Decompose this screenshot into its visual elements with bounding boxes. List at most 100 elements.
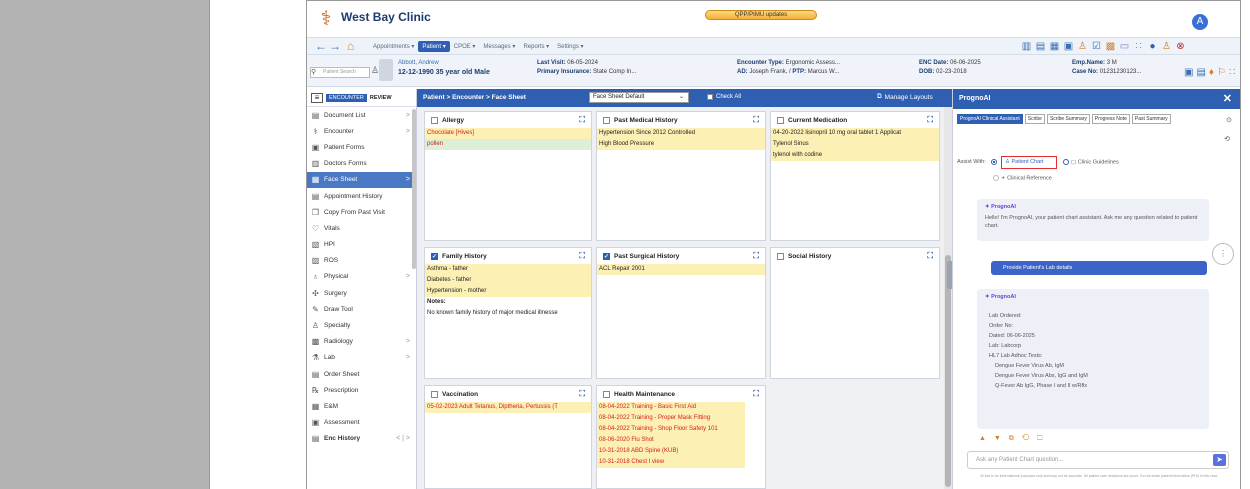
- expand-icon[interactable]: ⛶: [579, 389, 585, 399]
- toolbar-icon[interactable]: ●: [1147, 40, 1158, 53]
- help-icon[interactable]: ⊙: [1226, 116, 1232, 124]
- family-row[interactable]: Diabetes - father: [425, 275, 591, 286]
- ai-tab[interactable]: Scribe Summary: [1046, 114, 1090, 124]
- toolbar-icon[interactable]: ▣: [1063, 40, 1074, 53]
- response-actions[interactable]: ▲ ▼ ⧉ ⟲ ☐: [979, 435, 1045, 443]
- sidebar-item[interactable]: ▣ Assessment: [307, 415, 416, 431]
- toolbar-icon[interactable]: ▥: [1021, 40, 1032, 53]
- patient-chart-option[interactable]: ♙ Patient Chart: [1001, 156, 1057, 169]
- medication-row[interactable]: Tylenol Sinus: [771, 139, 939, 150]
- sidebar-item[interactable]: ℞ Prescription: [307, 382, 416, 398]
- ai-tab[interactable]: PrognoAI Clinical Assistant: [957, 114, 1023, 124]
- sidebar-item[interactable]: ▧ HPI: [307, 237, 416, 253]
- allergy-checkbox[interactable]: [431, 116, 438, 124]
- close-icon[interactable]: ✕: [1223, 89, 1232, 109]
- sidebar-item[interactable]: ▥ Doctors Forms: [307, 156, 416, 172]
- alert-icon[interactable]: ♦: [1209, 67, 1214, 78]
- sidebar-item[interactable]: ▤ Enc History < | >: [307, 431, 416, 447]
- manage-layouts-button[interactable]: ⧉ Manage Layouts: [877, 93, 933, 101]
- chat-input[interactable]: Ask any Patient Chart question... ➤: [967, 451, 1229, 469]
- sidebar-item[interactable]: ▤ Appointment History: [307, 188, 416, 204]
- back-arrow-icon[interactable]: ←: [315, 39, 327, 53]
- sidebar-item[interactable]: ▤ Document List >: [307, 107, 416, 123]
- toolbar-icon[interactable]: ♙: [1161, 40, 1172, 53]
- chevron-right-icon[interactable]: >: [406, 338, 410, 345]
- sidebar-item[interactable]: ▦ Face Sheet >: [307, 171, 416, 188]
- vaccination-checkbox[interactable]: [431, 390, 438, 398]
- nav-item[interactable]: Reports ▾: [519, 41, 553, 52]
- flag-icon[interactable]: ⚐: [1217, 67, 1226, 78]
- sidebar-item[interactable]: ♁ Physical >: [307, 269, 416, 285]
- expand-icon[interactable]: ⛶: [753, 389, 759, 399]
- toolbar-icon[interactable]: ♙: [1077, 40, 1088, 53]
- health-row[interactable]: 08-04-2022 Training - Basic First Aid: [597, 402, 745, 413]
- content-scrollbar[interactable]: [944, 107, 952, 489]
- allergy-row[interactable]: pollen: [425, 139, 591, 150]
- nav-item[interactable]: Patient ▾: [418, 41, 450, 52]
- sidebar-item[interactable]: ▨ ROS: [307, 253, 416, 269]
- expand-icon[interactable]: ⛶: [753, 115, 759, 125]
- clinical-reference-option[interactable]: ✦ Clinical Reference: [993, 175, 1052, 181]
- toolbar-icon[interactable]: ▤: [1035, 40, 1046, 53]
- patient-lookup-icon[interactable]: ♙: [371, 65, 379, 76]
- medication-row[interactable]: 04-20-2022 lisinopril 10 mg oral tablet …: [771, 128, 939, 139]
- patient-name[interactable]: Abbott, Andrew: [398, 59, 490, 68]
- updates-button[interactable]: QPP/PIMU updates: [705, 10, 817, 20]
- nav-item[interactable]: CPOE ▾: [450, 41, 480, 52]
- check-all-checkbox[interactable]: Check All: [707, 94, 741, 100]
- toolbar-icon[interactable]: ▩: [1105, 40, 1116, 53]
- clinical-reference-radio[interactable]: [993, 175, 999, 181]
- send-icon[interactable]: ➤: [1213, 454, 1226, 466]
- nav-item[interactable]: Settings ▾: [553, 41, 587, 52]
- home-icon[interactable]: ⌂: [347, 39, 354, 53]
- toolbar-icon[interactable]: ▦: [1049, 40, 1060, 53]
- social-checkbox[interactable]: [777, 252, 784, 260]
- family-row[interactable]: Asthma - father: [425, 264, 591, 275]
- more-options-icon[interactable]: ⋮: [1212, 243, 1234, 265]
- sidebar-item[interactable]: ❐ Copy From Past Visit: [307, 204, 416, 220]
- toolbar-icon[interactable]: ⊗: [1175, 40, 1186, 53]
- face-sheet-select[interactable]: Face Sheet Default ⌄: [589, 92, 689, 103]
- toolbar-icon[interactable]: ∷: [1133, 40, 1144, 53]
- expand-icon[interactable]: ⛶: [927, 251, 933, 261]
- sidebar-item[interactable]: ♡ Vitals: [307, 220, 416, 236]
- nav-item[interactable]: Appointments ▾: [369, 41, 418, 52]
- chevron-right-icon[interactable]: >: [406, 112, 410, 119]
- family-checkbox[interactable]: ✓: [431, 252, 438, 260]
- health-row[interactable]: 08-06-2020 Flu Shot: [597, 435, 745, 446]
- chevron-right-icon[interactable]: >: [406, 273, 410, 280]
- sidebar-item[interactable]: ▣ Patient Forms: [307, 139, 416, 155]
- health-checkbox[interactable]: [603, 390, 610, 398]
- sidebar-item[interactable]: ▤ Order Sheet: [307, 366, 416, 382]
- ai-tab[interactable]: Progress Note: [1091, 114, 1130, 124]
- health-row[interactable]: 08-04-2022 Training - Shop Floor Safety …: [597, 424, 745, 435]
- clinic-guidelines-radio[interactable]: [1063, 159, 1069, 165]
- toolbar-icon[interactable]: ▭: [1119, 40, 1130, 53]
- vaccination-row[interactable]: 05-02-2023 Adult Tetanus, Diptheria, Per…: [425, 402, 591, 413]
- sidebar-item[interactable]: ✎ Draw Tool: [307, 301, 416, 317]
- pmh-checkbox[interactable]: [603, 116, 610, 124]
- pmh-row[interactable]: Hypertension Since 2012 Controlled: [597, 128, 765, 139]
- patient-search-input[interactable]: Patient Search: [310, 67, 370, 78]
- encounter-toggle-button[interactable]: ENCOUNTER: [326, 93, 367, 102]
- chevron-right-icon[interactable]: < | >: [396, 435, 410, 442]
- check-all-box[interactable]: [707, 94, 713, 100]
- sidebar-item[interactable]: ▦ E&M: [307, 398, 416, 414]
- health-row[interactable]: 10-31-2018 ABD Spine (KUB): [597, 446, 745, 457]
- sidebar-item[interactable]: ⚗ Lab >: [307, 350, 416, 366]
- chevron-right-icon[interactable]: >: [406, 128, 410, 135]
- expand-icon[interactable]: ⛶: [927, 115, 933, 125]
- sidebar-item[interactable]: ♙ Specialty: [307, 317, 416, 333]
- user-avatar[interactable]: A: [1192, 14, 1208, 30]
- expand-icon[interactable]: ⛶: [753, 251, 759, 261]
- clinic-guidelines-option[interactable]: ▢ Clinic Guidelines: [1063, 159, 1119, 165]
- patient-chart-radio[interactable]: [991, 159, 997, 165]
- medication-row[interactable]: tylenol with codine: [771, 150, 939, 161]
- health-row[interactable]: 10-31-2018 Chest I view: [597, 457, 745, 468]
- chevron-right-icon[interactable]: >: [406, 176, 410, 183]
- expand-icon[interactable]: ⛶: [579, 115, 585, 125]
- sidebar-scrollbar[interactable]: [412, 109, 416, 269]
- medication-checkbox[interactable]: [777, 116, 784, 124]
- scrollbar-thumb[interactable]: [945, 255, 951, 487]
- sidebar-item[interactable]: ▩ Radiology >: [307, 334, 416, 350]
